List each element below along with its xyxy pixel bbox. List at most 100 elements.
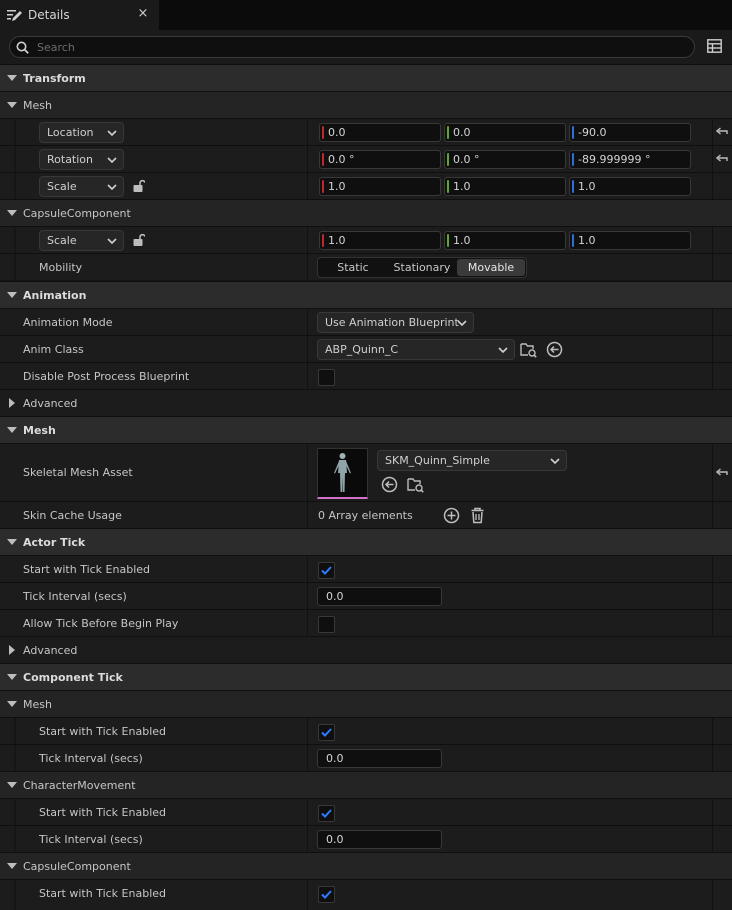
location-dropdown[interactable]: Location xyxy=(39,122,124,143)
use-selected-icon[interactable] xyxy=(381,476,398,493)
subcategory-character-movement[interactable]: CharacterMovement xyxy=(0,771,732,798)
category-component-tick[interactable]: Component Tick xyxy=(0,663,732,690)
location-x-field[interactable]: 0.0 xyxy=(319,123,441,142)
search-bar xyxy=(0,30,732,64)
cm-start-tick-checkbox[interactable] xyxy=(318,805,335,822)
chevron-down-icon xyxy=(7,701,17,707)
rotation-dropdown[interactable]: Rotation xyxy=(39,149,124,170)
category-label: Transform xyxy=(23,72,86,85)
scale-y-field[interactable]: 1.0 xyxy=(444,177,566,196)
start-tick-checkbox[interactable] xyxy=(318,562,335,579)
subcategory-mesh[interactable]: Mesh xyxy=(0,91,732,118)
close-icon[interactable]: × xyxy=(137,6,149,22)
capsule-scale-dropdown[interactable]: Scale xyxy=(39,230,124,251)
category-actor-tick[interactable]: Actor Tick xyxy=(0,528,732,555)
reset-to-default-icon[interactable] xyxy=(716,468,728,479)
chevron-down-icon xyxy=(7,782,17,788)
indent-guide xyxy=(14,745,16,771)
indent-guide xyxy=(14,119,16,145)
location-y-field[interactable]: 0.0 xyxy=(444,123,566,142)
scale-label: Scale xyxy=(47,180,77,193)
subcategory-label: CapsuleComponent xyxy=(23,860,131,873)
chevron-down-icon xyxy=(7,210,17,216)
cap-start-tick-checkbox[interactable] xyxy=(318,886,335,903)
location-label: Location xyxy=(47,126,94,139)
rotation-y-field[interactable]: 0.0 ° xyxy=(444,150,566,169)
skeletal-mesh-dropdown[interactable]: SKM_Quinn_Simple xyxy=(377,450,567,471)
chevron-down-icon xyxy=(107,157,117,164)
use-selected-icon[interactable] xyxy=(546,341,563,358)
column-splitter xyxy=(712,826,713,852)
column-splitter xyxy=(307,826,308,852)
chevron-down-icon xyxy=(107,238,117,245)
category-animation[interactable]: Animation xyxy=(0,281,732,308)
column-splitter xyxy=(712,610,713,636)
rotation-z-field[interactable]: -89.999999 ° xyxy=(569,150,691,169)
column-splitter xyxy=(307,583,308,609)
mesh-tick-interval-field[interactable]: 0.0 xyxy=(317,749,442,768)
tick-interval-value: 0.0 xyxy=(326,590,344,603)
unlocked-icon[interactable] xyxy=(133,233,145,247)
animation-mode-dropdown[interactable]: Use Animation Blueprint xyxy=(317,312,474,333)
property-allow-tick-before-begin-play: Allow Tick Before Begin Play xyxy=(0,609,732,636)
subcategory-mesh-tick[interactable]: Mesh xyxy=(0,690,732,717)
chevron-down-icon xyxy=(550,458,560,465)
category-mesh[interactable]: Mesh xyxy=(0,416,732,443)
column-splitter xyxy=(307,799,308,825)
column-splitter xyxy=(307,173,308,199)
start-tick-label: Start with Tick Enabled xyxy=(23,563,151,576)
capsule-scale-y-field[interactable]: 1.0 xyxy=(444,231,566,250)
reset-to-default-icon[interactable] xyxy=(716,154,728,165)
browse-asset-icon[interactable] xyxy=(520,341,537,358)
chevron-down-icon xyxy=(498,347,508,354)
view-options-icon[interactable] xyxy=(707,39,722,53)
capsule-scale-z-field[interactable]: 1.0 xyxy=(569,231,691,250)
anim-class-dropdown[interactable]: ABP_Quinn_C xyxy=(317,339,515,360)
capsule-scale-x-field[interactable]: 1.0 xyxy=(319,231,441,250)
subcategory-capsule-component-tick[interactable]: CapsuleComponent xyxy=(0,852,732,879)
scale-x-value: 1.0 xyxy=(328,180,346,193)
mobility-movable-option[interactable]: Movable xyxy=(457,259,525,276)
mobility-stationary-option[interactable]: Stationary xyxy=(388,259,456,276)
scale-x-field[interactable]: 1.0 xyxy=(319,177,441,196)
category-label: Animation xyxy=(23,289,87,302)
category-transform[interactable]: Transform xyxy=(0,64,732,91)
reset-to-default-icon[interactable] xyxy=(716,127,728,138)
allow-tick-checkbox[interactable] xyxy=(318,616,335,633)
scale-z-field[interactable]: 1.0 xyxy=(569,177,691,196)
column-splitter xyxy=(307,363,308,389)
disable-post-process-checkbox[interactable] xyxy=(318,369,335,386)
search-box[interactable] xyxy=(9,36,695,58)
property-mobility: Mobility Static Stationary Movable xyxy=(0,253,732,280)
add-element-icon[interactable] xyxy=(443,507,460,524)
browse-asset-icon[interactable] xyxy=(407,476,424,493)
column-splitter xyxy=(307,880,308,910)
anim-class-label: Anim Class xyxy=(23,343,84,356)
tick-interval-field[interactable]: 0.0 xyxy=(317,587,442,606)
property-start-with-tick-enabled: Start with Tick Enabled xyxy=(0,555,732,582)
tab-details[interactable]: Details × xyxy=(0,0,160,30)
property-anim-class: Anim Class ABP_Quinn_C xyxy=(0,335,732,362)
rotation-x-field[interactable]: 0.0 ° xyxy=(319,150,441,169)
subcategory-capsule-component[interactable]: CapsuleComponent xyxy=(0,199,732,226)
indent-guide xyxy=(14,254,16,280)
cm-tick-interval-field[interactable]: 0.0 xyxy=(317,830,442,849)
unlocked-icon[interactable] xyxy=(133,179,145,193)
advanced-expander[interactable]: Advanced xyxy=(0,389,732,416)
mesh-start-tick-checkbox[interactable] xyxy=(318,724,335,741)
advanced-expander[interactable]: Advanced xyxy=(0,636,732,663)
mobility-static-option[interactable]: Static xyxy=(319,259,387,276)
checkmark-icon xyxy=(321,566,332,575)
scale-dropdown[interactable]: Scale xyxy=(39,176,124,197)
x-axis-bar xyxy=(322,234,324,247)
column-splitter xyxy=(712,444,713,501)
rotation-label: Rotation xyxy=(47,153,94,166)
column-splitter xyxy=(712,227,713,253)
column-splitter xyxy=(712,745,713,771)
property-cm-tick-interval: Tick Interval (secs) 0.0 xyxy=(0,825,732,852)
delete-elements-icon[interactable] xyxy=(469,507,486,524)
location-z-field[interactable]: -90.0 xyxy=(569,123,691,142)
search-input[interactable] xyxy=(37,39,677,55)
advanced-label: Advanced xyxy=(23,644,78,657)
skeletal-mesh-thumbnail[interactable] xyxy=(317,448,368,499)
